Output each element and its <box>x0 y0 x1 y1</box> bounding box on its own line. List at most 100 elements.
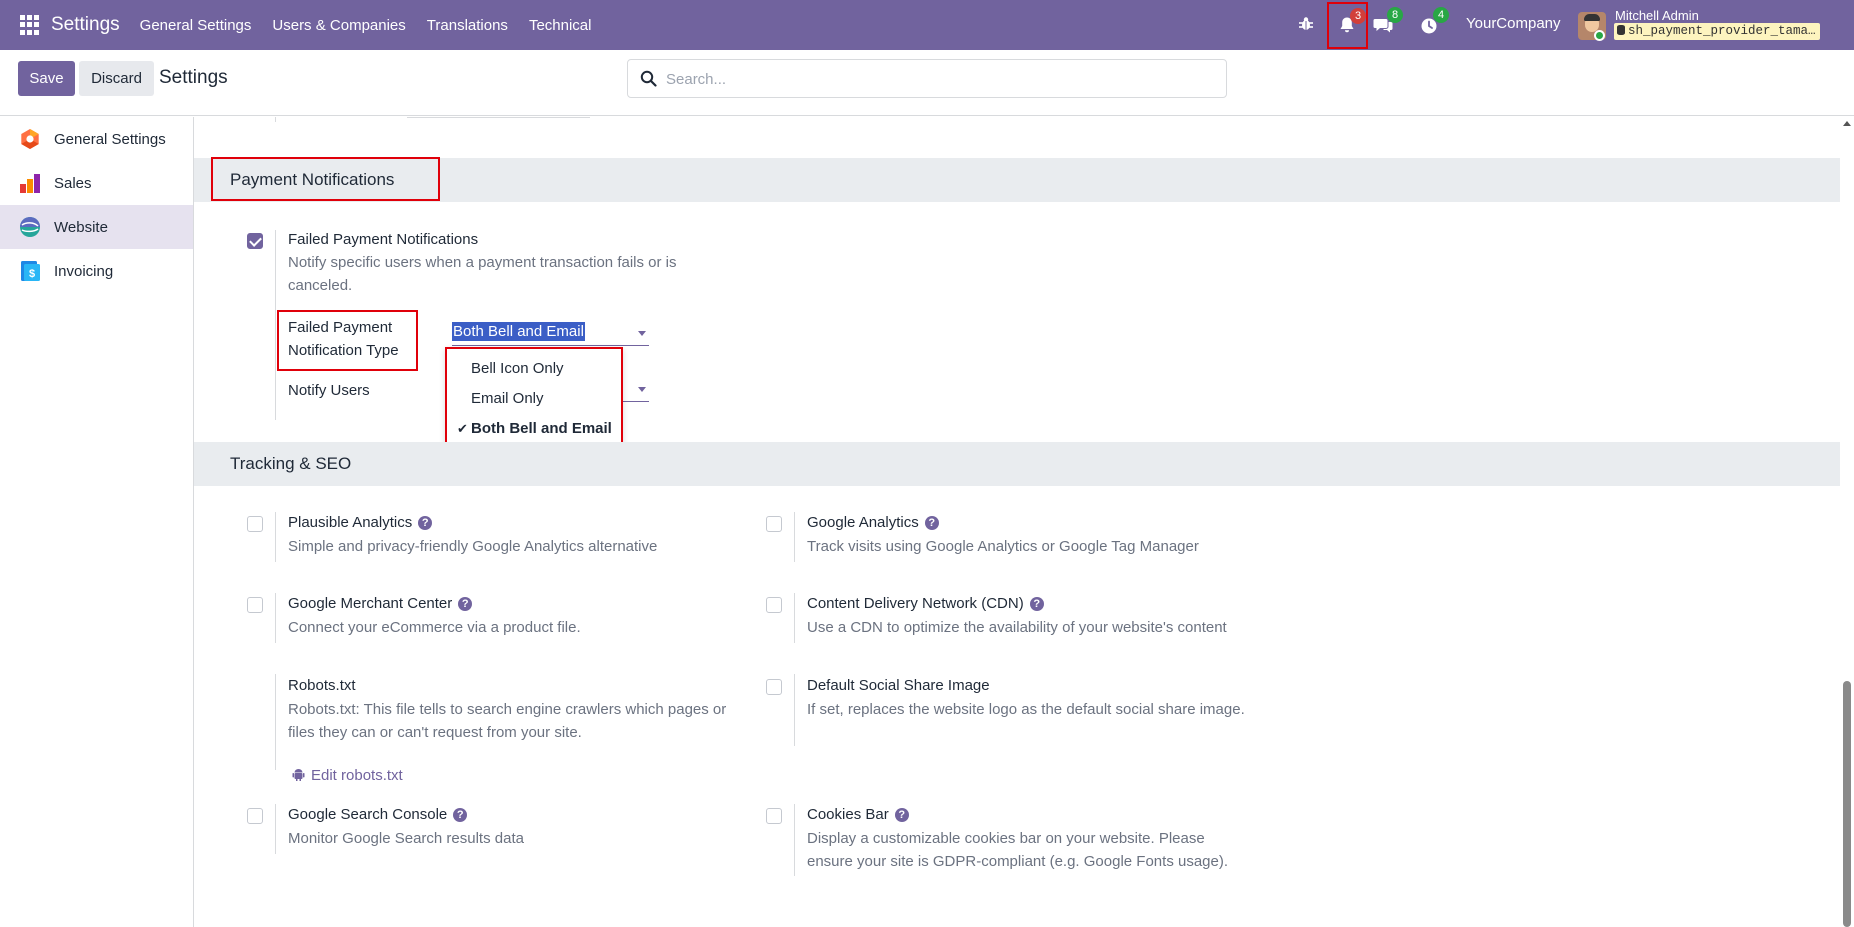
scroll-up-arrow-icon[interactable] <box>1843 121 1851 126</box>
setting-divider <box>275 593 276 643</box>
merchant-center-title: Google Merchant Center? <box>288 595 473 612</box>
search-icon <box>640 70 657 87</box>
company-switcher[interactable]: YourCompany <box>1466 15 1561 32</box>
help-icon[interactable]: ? <box>1029 597 1044 611</box>
search-box <box>627 59 1227 98</box>
option-both-bell-and-email[interactable]: ✔ Both Bell and Email <box>447 416 621 442</box>
cookies-bar-title: Cookies Bar? <box>807 806 909 823</box>
google-analytics-checkbox[interactable] <box>766 516 782 532</box>
search-console-desc: Monitor Google Search results data <box>288 830 524 847</box>
menu-translations[interactable]: Translations <box>427 17 508 34</box>
help-icon[interactable]: ? <box>924 516 939 530</box>
top-navbar: Settings General Settings Users & Compan… <box>0 0 1854 50</box>
sidebar-label-website: Website <box>54 218 108 236</box>
message-count-badge: 8 <box>1387 7 1403 23</box>
sidebar-item-website[interactable]: Website <box>0 205 193 249</box>
apps-menu-icon[interactable] <box>20 15 40 35</box>
bell-highlight-box <box>1327 2 1368 49</box>
robots-desc: Robots.txt: This file tells to search en… <box>288 701 727 741</box>
plausible-title-text: Plausible Analytics <box>288 514 413 531</box>
settings-content: Payment Notifications Failed Payment Not… <box>194 117 1840 927</box>
setting-divider <box>275 512 276 562</box>
help-icon[interactable]: ? <box>418 516 433 530</box>
help-icon[interactable]: ? <box>453 808 468 822</box>
website-icon <box>20 217 40 237</box>
control-panel: Save Discard Settings <box>0 50 1854 116</box>
search-console-checkbox[interactable] <box>247 808 263 824</box>
menu-general-settings[interactable]: General Settings <box>140 17 252 34</box>
google-analytics-title: Google Analytics? <box>807 514 939 531</box>
setting-divider <box>794 674 795 746</box>
merchant-center-desc: Connect your eCommerce via a product fil… <box>288 619 581 636</box>
general-settings-icon <box>21 129 39 149</box>
discard-button[interactable]: Discard <box>79 61 154 96</box>
robots-title: Robots.txt <box>288 677 356 694</box>
option-email-only[interactable]: Email Only <box>447 386 621 412</box>
sidebar-label-general-settings: General Settings <box>54 130 166 148</box>
setting-divider <box>794 804 795 876</box>
failed-payment-checkbox[interactable] <box>247 233 263 249</box>
social-share-title: Default Social Share Image <box>807 677 990 694</box>
payment-notifications-header: Payment Notifications <box>194 158 1840 202</box>
setting-divider <box>275 804 276 854</box>
setting-divider <box>275 674 276 770</box>
setting-divider <box>794 512 795 562</box>
help-icon[interactable]: ? <box>894 808 909 822</box>
cdn-title: Content Delivery Network (CDN)? <box>807 595 1044 612</box>
help-icon[interactable]: ? <box>458 597 473 611</box>
online-status-dot <box>1594 30 1605 41</box>
notification-type-value: Both Bell and Email <box>452 322 585 341</box>
menu-technical[interactable]: Technical <box>529 17 592 34</box>
tracking-seo-header: Tracking & SEO <box>194 442 1840 486</box>
option-bell-icon-only[interactable]: Bell Icon Only <box>447 356 621 382</box>
svg-text:$: $ <box>29 268 35 280</box>
settings-sidebar: General Settings Sales Website $ Invoici… <box>0 117 194 927</box>
plausible-desc: Simple and privacy-friendly Google Analy… <box>288 538 658 555</box>
plausible-title: Plausible Analytics? <box>288 514 433 531</box>
save-button[interactable]: Save <box>18 61 75 96</box>
notify-users-label: Notify Users <box>288 382 370 399</box>
user-name[interactable]: Mitchell Admin <box>1615 8 1699 23</box>
failed-payment-title: Failed Payment Notifications <box>288 231 479 248</box>
messaging-button[interactable]: 8 <box>1372 7 1403 37</box>
scrollbar-thumb[interactable] <box>1843 681 1851 927</box>
edit-robots-text: Edit robots.txt <box>311 767 403 784</box>
database-icon <box>1617 25 1625 35</box>
invoicing-icon: $ <box>21 261 40 281</box>
merchant-center-checkbox[interactable] <box>247 597 263 613</box>
sidebar-label-invoicing: Invoicing <box>54 262 114 280</box>
search-input[interactable] <box>666 68 1206 90</box>
chevron-down-icon <box>638 331 646 336</box>
page-title: Settings <box>159 67 228 88</box>
sidebar-item-invoicing[interactable]: $ Invoicing <box>0 249 193 293</box>
notification-type-dropdown: Bell Icon Only Email Only ✔ Both Bell an… <box>445 347 623 452</box>
cdn-checkbox[interactable] <box>766 597 782 613</box>
cdn-title-text: Content Delivery Network (CDN) <box>807 595 1024 612</box>
content-scrollbar[interactable] <box>1840 117 1854 927</box>
chevron-down-icon <box>638 387 646 392</box>
search-console-title: Google Search Console? <box>288 806 468 823</box>
activity-button[interactable]: 4 <box>1418 7 1449 37</box>
notification-type-select[interactable]: Both Bell and Email <box>452 319 649 346</box>
debug-icon[interactable] <box>1297 15 1315 33</box>
cookies-bar-title-text: Cookies Bar <box>807 806 889 823</box>
google-analytics-desc: Track visits using Google Analytics or G… <box>807 538 1199 555</box>
app-brand[interactable]: Settings <box>51 14 120 36</box>
sidebar-label-sales: Sales <box>54 174 92 192</box>
cookies-bar-checkbox[interactable] <box>766 808 782 824</box>
plausible-checkbox[interactable] <box>247 516 263 532</box>
database-name: sh_payment_provider_tama… <box>1614 23 1820 40</box>
checkmark-icon: ✔ <box>457 421 468 436</box>
menu-users-companies[interactable]: Users & Companies <box>272 17 405 34</box>
merchant-center-title-text: Google Merchant Center <box>288 595 453 612</box>
social-share-desc: If set, replaces the website logo as the… <box>807 701 1245 718</box>
social-share-checkbox[interactable] <box>766 679 782 695</box>
database-name-text: sh_payment_provider_tama… <box>1628 24 1816 38</box>
sidebar-item-sales[interactable]: Sales <box>0 161 193 205</box>
sales-icon <box>20 174 40 193</box>
google-analytics-title-text: Google Analytics <box>807 514 919 531</box>
edit-robots-link[interactable]: Edit robots.txt <box>292 767 403 784</box>
setting-divider <box>794 593 795 643</box>
section-title-highlight-box <box>211 157 440 201</box>
sidebar-item-general-settings[interactable]: General Settings <box>0 117 193 161</box>
